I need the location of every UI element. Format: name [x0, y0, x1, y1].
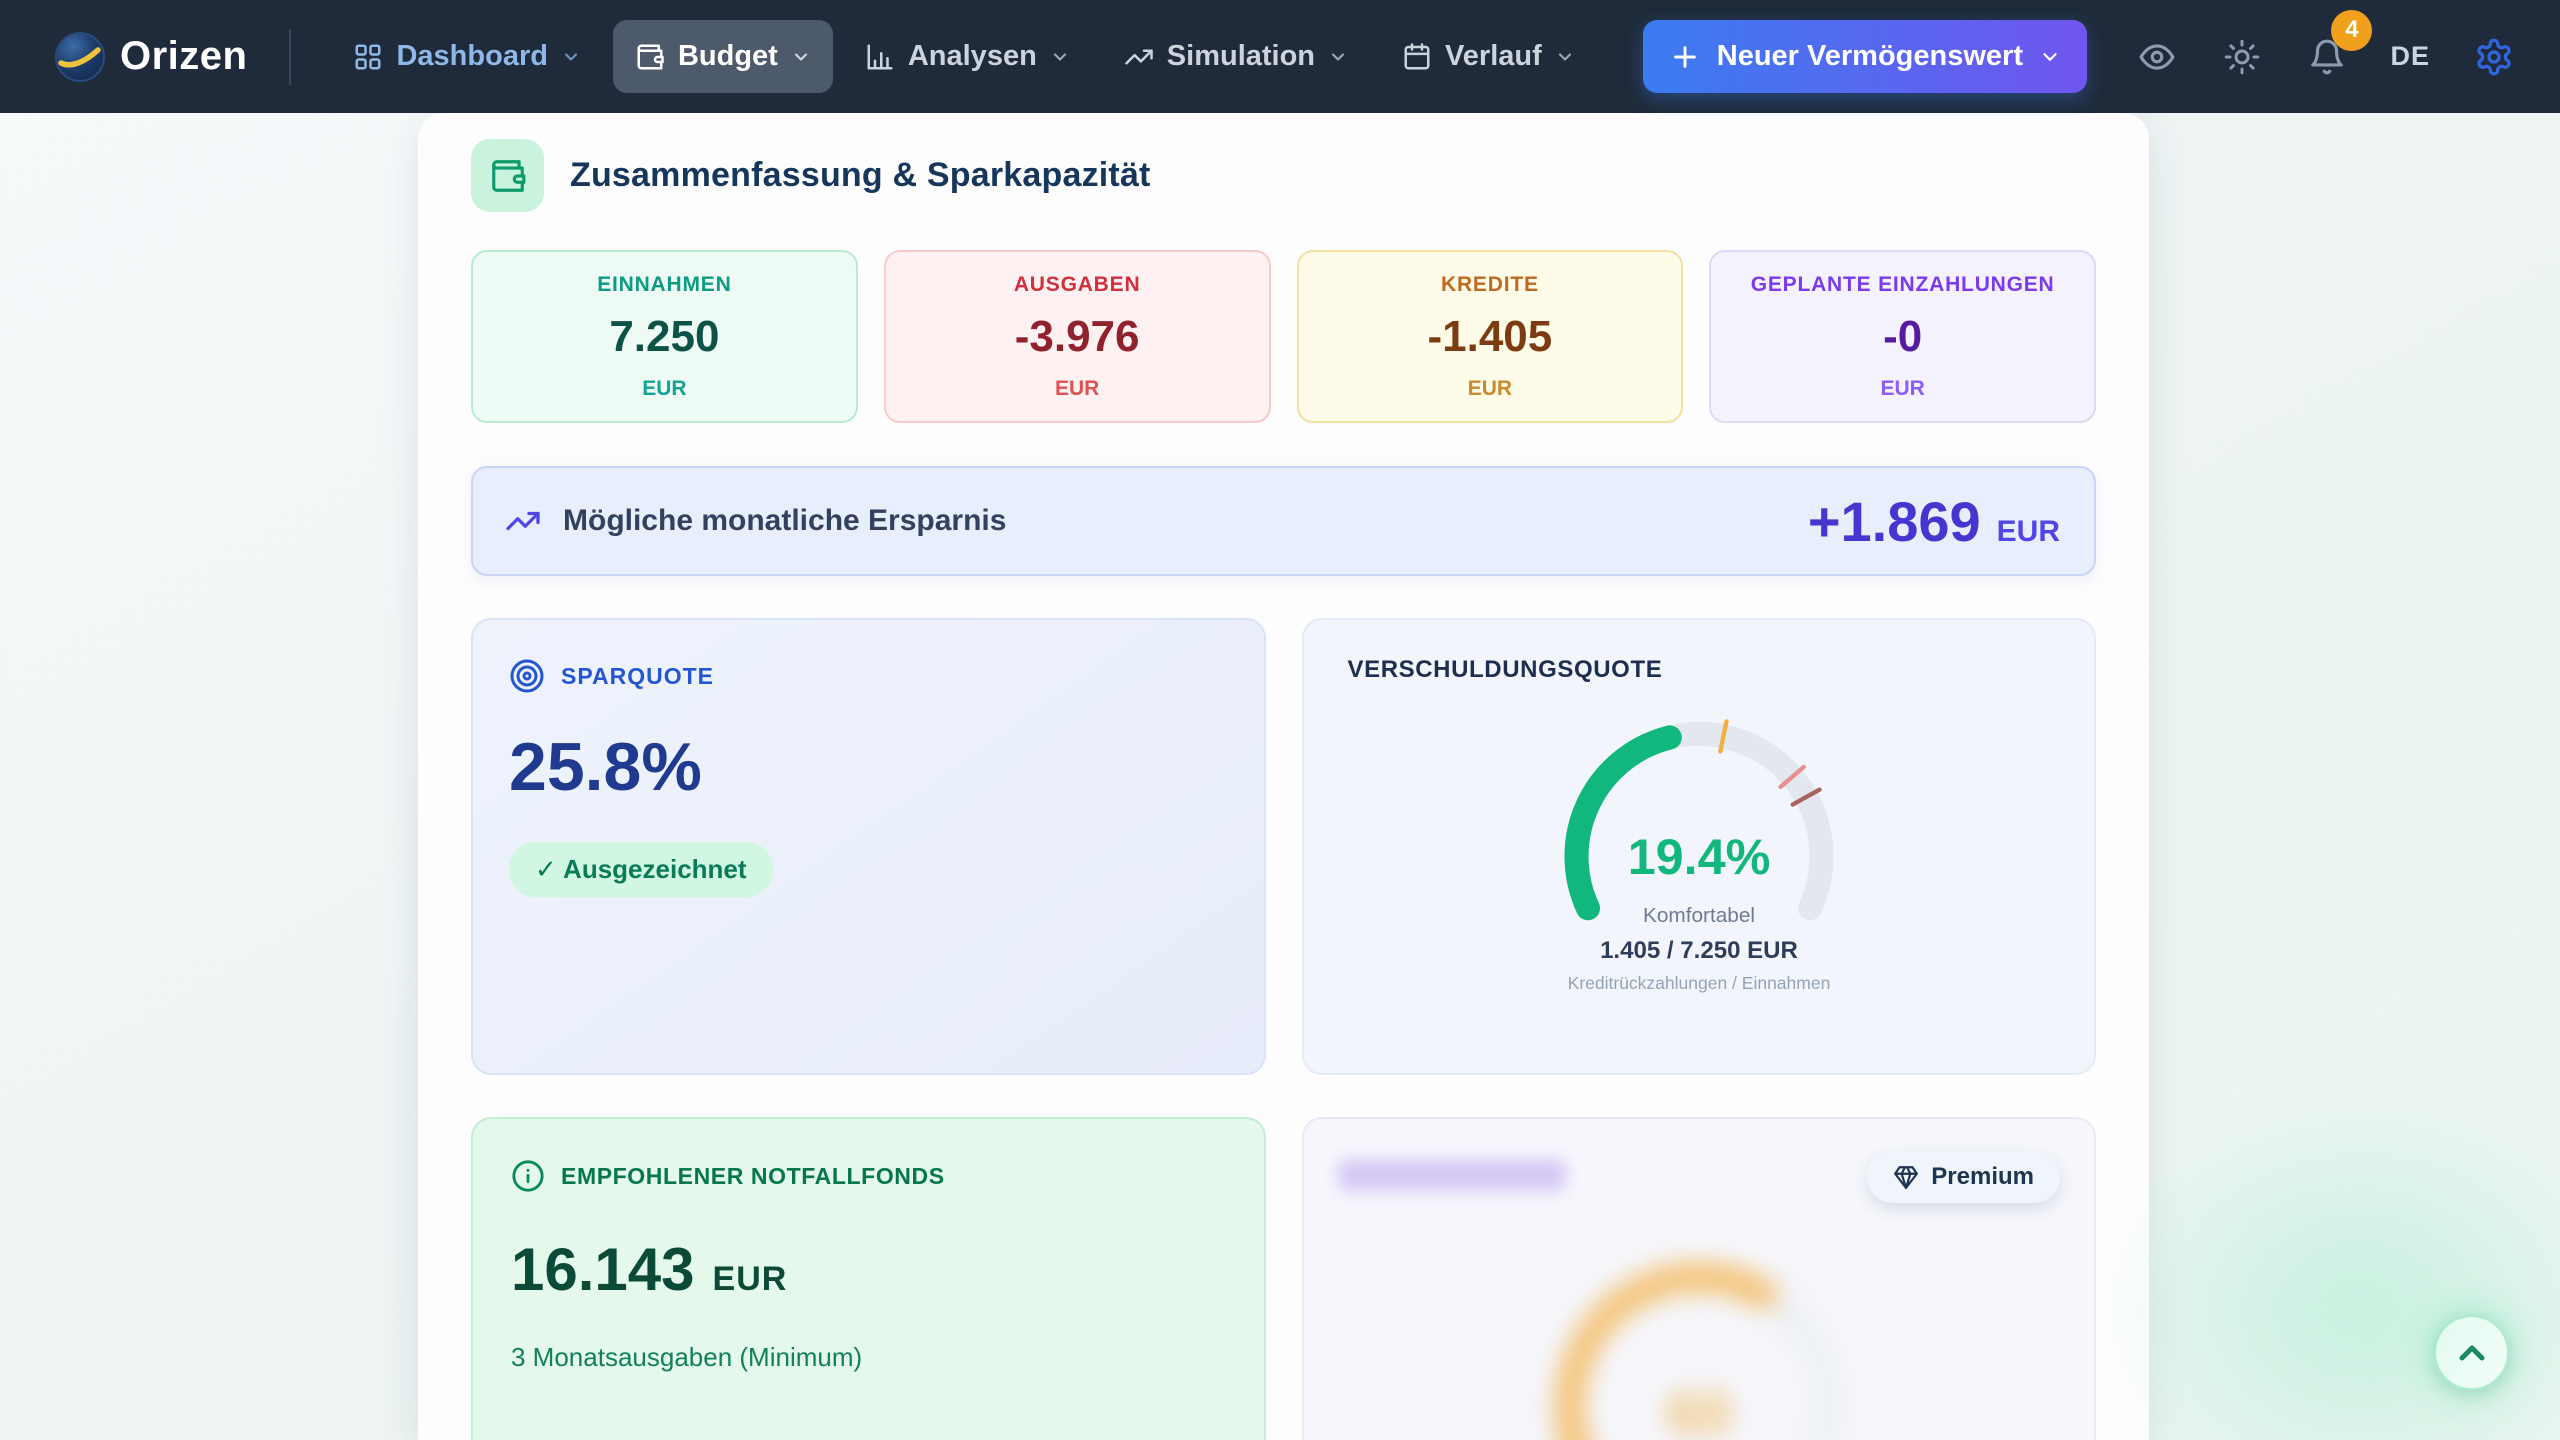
gem-icon — [1893, 1164, 1919, 1190]
debt-gauge-status: Komfortabel — [1643, 904, 1755, 927]
notifications-button[interactable]: 4 — [2304, 34, 2350, 80]
nav-item-simulation[interactable]: Simulation — [1102, 20, 1370, 93]
debt-gauge-value: 19.4% — [1627, 828, 1770, 885]
divider — [289, 29, 291, 85]
settings-button[interactable] — [2470, 33, 2518, 81]
notfallfonds-currency: EUR — [713, 1260, 788, 1299]
stat-card-kredite: KREDITE -1.405 EUR — [1297, 250, 1684, 423]
stat-currency: EUR — [1299, 377, 1682, 401]
premium-badge[interactable]: Premium — [1867, 1151, 2060, 1203]
blurred-premium-value: 63 — [1668, 1382, 1730, 1440]
info-icon — [511, 1159, 545, 1193]
nav-label: Budget — [678, 40, 778, 73]
nav-item-analysen[interactable]: Analysen — [843, 20, 1092, 93]
blurred-card-title — [1338, 1159, 1566, 1191]
chevron-up-icon — [2452, 1333, 2492, 1373]
debt-gauge-caption: Kreditrückzahlungen / Einnahmen — [1567, 973, 1830, 993]
privacy-eye-button[interactable] — [2134, 34, 2180, 80]
debt-gauge: 19.4% Komfortabel 1.405 / 7.250 EUR Kred… — [1348, 692, 2051, 1010]
status-badge: ✓ Ausgezeichnet — [509, 842, 773, 897]
stat-label: AUSGABEN — [886, 273, 1269, 297]
stat-label: GEPLANTE EINZAHLUNGEN — [1711, 273, 2094, 297]
layout-grid-icon — [353, 42, 383, 72]
stat-value: -0 — [1711, 312, 2094, 362]
theme-toggle-button[interactable] — [2220, 35, 2264, 79]
gear-icon — [2474, 37, 2514, 77]
wallet-icon-badge — [471, 139, 544, 212]
verschuldungsquote-title: VERSCHULDUNGSQUOTE — [1348, 656, 2051, 684]
nav-label: Analysen — [908, 40, 1037, 73]
row-bottom: EMPFOHLENER NOTFALLFONDS 16.143 EUR 3 Mo… — [471, 1117, 2096, 1440]
language-switcher[interactable]: DE — [2390, 41, 2430, 72]
eye-icon — [2138, 38, 2176, 76]
trending-up-icon — [1124, 42, 1154, 72]
savings-banner-currency: EUR — [1997, 515, 2060, 549]
scroll-to-top-button[interactable] — [2434, 1315, 2509, 1390]
content-panel: Zusammenfassung & Sparkapazität EINNAHME… — [418, 113, 2149, 1440]
trending-up-icon — [505, 503, 541, 539]
sparquote-label: SPARQUOTE — [561, 663, 714, 690]
new-asset-button[interactable]: Neuer Vermögenswert — [1643, 20, 2087, 93]
blurred-premium-gauge: 63 EUR — [1338, 1233, 2061, 1440]
stat-card-geplante-einzahlungen: GEPLANTE EINZAHLUNGEN -0 EUR — [1709, 250, 2096, 423]
chevron-down-icon — [2039, 46, 2061, 68]
savings-banner: Mögliche monatliche Ersparnis +1.869 EUR — [471, 466, 2096, 576]
stat-currency: EUR — [473, 377, 856, 401]
premium-badge-label: Premium — [1931, 1163, 2034, 1191]
sparquote-card: SPARQUOTE 25.8% ✓ Ausgezeichnet — [471, 618, 1266, 1075]
notification-count-badge: 4 — [2331, 10, 2372, 51]
stat-value: 7.250 — [473, 312, 856, 362]
premium-locked-card: Premium 63 EUR — [1302, 1117, 2097, 1440]
page-title: Zusammenfassung & Sparkapazität — [570, 156, 1151, 195]
row-quotes: SPARQUOTE 25.8% ✓ Ausgezeichnet VERSCHUL… — [471, 618, 2096, 1075]
notfallfonds-title: EMPFOHLENER NOTFALLFONDS — [561, 1163, 945, 1190]
savings-banner-value: +1.869 — [1808, 489, 1981, 554]
brand[interactable]: Orizen — [54, 31, 247, 83]
stat-currency: EUR — [1711, 377, 2094, 401]
plus-icon — [1669, 41, 1701, 73]
sun-icon — [2224, 39, 2260, 75]
verschuldungsquote-card: VERSCHULDUNGSQUOTE 19.4% Komfortabel 1.4… — [1302, 618, 2097, 1075]
orizen-logo-icon — [54, 31, 106, 83]
debt-gauge-ratio: 1.405 / 7.250 EUR — [1600, 937, 1798, 964]
nav-label: Dashboard — [396, 40, 547, 73]
chevron-down-icon — [1555, 47, 1575, 67]
nav-label: Verlauf — [1445, 40, 1542, 73]
chevron-down-icon — [561, 47, 581, 67]
nav-item-verlauf[interactable]: Verlauf — [1380, 20, 1597, 93]
savings-banner-label: Mögliche monatliche Ersparnis — [563, 504, 1006, 538]
section-header: Zusammenfassung & Sparkapazität — [471, 139, 2096, 212]
notfallfonds-subtitle: 3 Monatsausgaben (Minimum) — [511, 1342, 1226, 1373]
chevron-down-icon — [1050, 47, 1070, 67]
wallet-icon — [635, 42, 665, 72]
stat-card-ausgaben: AUSGABEN -3.976 EUR — [884, 250, 1271, 423]
main-nav: Dashboard Budget — [331, 20, 1596, 93]
stat-card-einnahmen: EINNAHMEN 7.250 EUR — [471, 250, 858, 423]
stat-label: EINNAHMEN — [473, 273, 856, 297]
stat-label: KREDITE — [1299, 273, 1682, 297]
chevron-down-icon — [791, 47, 811, 67]
nav-item-dashboard[interactable]: Dashboard — [331, 20, 602, 93]
brand-name: Orizen — [120, 34, 247, 79]
target-icon — [509, 658, 545, 694]
chevron-down-icon — [1328, 47, 1348, 67]
bar-chart-icon — [865, 42, 895, 72]
nav-label: Simulation — [1167, 40, 1315, 73]
stat-value: -3.976 — [886, 312, 1269, 362]
top-navbar: Orizen Dashboard — [0, 0, 2560, 113]
notfallfonds-card: EMPFOHLENER NOTFALLFONDS 16.143 EUR 3 Mo… — [471, 1117, 1266, 1440]
calendar-icon — [1402, 42, 1432, 72]
sparquote-value: 25.8% — [509, 728, 1228, 806]
notfallfonds-value: 16.143 — [511, 1235, 695, 1304]
stat-currency: EUR — [886, 377, 1269, 401]
stat-value: -1.405 — [1299, 312, 1682, 362]
stats-row: EINNAHMEN 7.250 EUR AUSGABEN -3.976 EUR … — [471, 250, 2096, 423]
nav-item-budget[interactable]: Budget — [613, 20, 833, 93]
cta-label: Neuer Vermögenswert — [1717, 40, 2023, 73]
